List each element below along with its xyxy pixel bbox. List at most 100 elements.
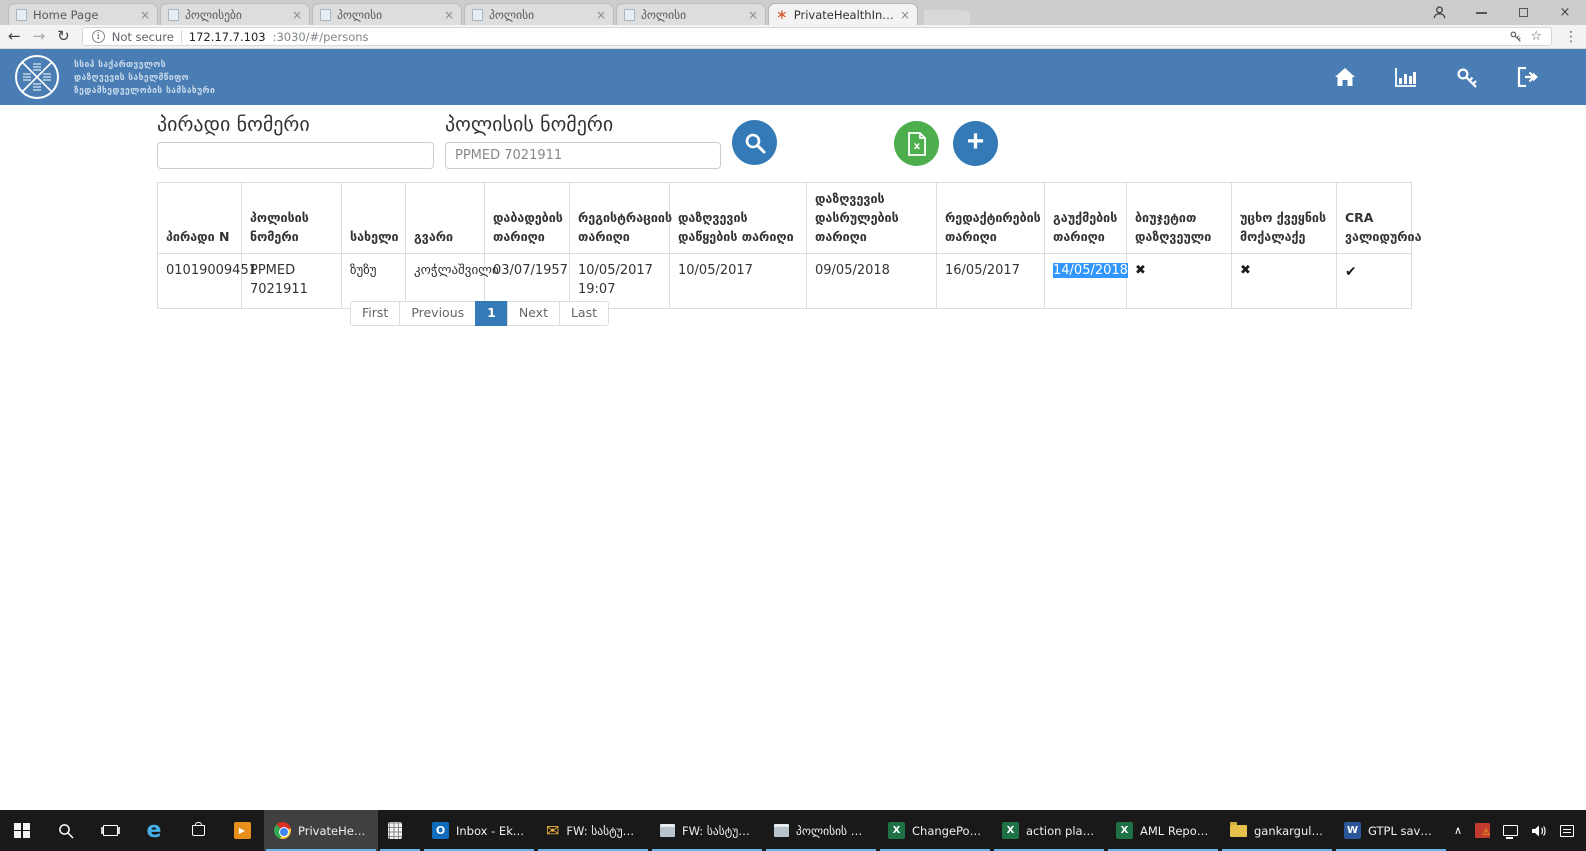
pagination-previous-button[interactable]: Previous <box>399 301 476 326</box>
taskbar-item-excel-actionplan[interactable]: X action plan [R... <box>992 810 1106 851</box>
edge-button[interactable]: e <box>132 810 176 851</box>
home-nav-button[interactable] <box>1333 65 1357 89</box>
col-personal-n: პირადი N <box>158 183 242 254</box>
taskbar-item-excel-changepolicy[interactable]: X ChangePolicyF... <box>878 810 992 851</box>
close-window-button[interactable]: × <box>1544 0 1586 25</box>
persons-table: პირადი N პოლისის ნომერი სახელი გვარი დაბ… <box>157 182 1412 309</box>
folder-icon <box>1230 825 1247 837</box>
profile-person-icon <box>1432 5 1447 20</box>
tab-polisi-1[interactable]: პოლისი × <box>312 3 462 25</box>
window-icon <box>774 824 789 837</box>
tab-close-icon[interactable]: × <box>748 9 758 21</box>
asterisk-favicon-icon: ∗ <box>776 8 788 22</box>
search-button[interactable] <box>732 120 777 165</box>
speaker-icon[interactable] <box>1531 824 1547 838</box>
org-name-line1: სსიპ საქართველოს <box>74 59 215 72</box>
app-header: სსიპ საქართველოს დაზღვევის სახელმწიფო ზე… <box>0 49 1586 105</box>
tab-polisi-2[interactable]: პოლისი × <box>464 3 614 25</box>
page-favicon-icon <box>16 9 27 21</box>
tab-close-icon[interactable]: × <box>596 9 606 21</box>
taskbar-item-mail-fw1[interactable]: ✉ FW: სასტუმრ... <box>536 810 650 851</box>
cell-foreign-citizen: ✖ <box>1232 254 1337 309</box>
cancel-date-selected-text: 14/05/2018 <box>1053 263 1128 278</box>
tab-polisi-3[interactable]: პოლისი × <box>616 3 766 25</box>
task-view-button[interactable] <box>88 810 132 851</box>
add-person-button[interactable]: + <box>953 121 998 166</box>
taskbar-item-label: FW: სასტუმრ... <box>682 824 754 838</box>
cross-icon: ✖ <box>1135 263 1146 278</box>
windows-taskbar: e ▶ PrivateHealthI... O Inbox - Ekateri.… <box>0 810 1586 851</box>
tab-polisebi[interactable]: პოლისები × <box>160 3 310 25</box>
tab-close-icon[interactable]: × <box>140 9 150 21</box>
key-icon <box>1456 67 1479 88</box>
logout-nav-button[interactable] <box>1516 65 1540 89</box>
taskbar-item-word-gtpl[interactable]: W GTPL savaldeb... <box>1334 810 1448 851</box>
cell-policy-number: PPMED 7021911 <box>242 254 342 309</box>
taskbar-item-polisis[interactable]: პოლისის თა... <box>764 810 878 851</box>
warning-icon: ⚠ <box>1482 829 1490 838</box>
cell-cra-valid: ✔ <box>1337 254 1412 309</box>
restore-button[interactable] <box>1502 0 1544 25</box>
saved-password-key-icon[interactable] <box>1509 30 1523 44</box>
tab-close-icon[interactable]: × <box>900 9 910 21</box>
movies-tv-icon: ▶ <box>234 822 251 839</box>
info-icon[interactable]: i <box>92 30 105 43</box>
taskbar-item-label: ChangePolicyF... <box>912 824 982 838</box>
tab-close-icon[interactable]: × <box>444 9 454 21</box>
export-excel-button[interactable]: x <box>894 121 939 166</box>
tab-close-icon[interactable]: × <box>292 9 302 21</box>
back-button[interactable]: ← <box>8 29 21 44</box>
col-last-name: გვარი <box>406 183 485 254</box>
tray-chevron-up-icon[interactable]: ∧ <box>1454 824 1462 837</box>
minimize-icon <box>1476 12 1487 14</box>
store-button[interactable] <box>176 810 220 851</box>
tab-title: პოლისი <box>641 8 742 22</box>
browser-profile-button[interactable] <box>1418 0 1460 25</box>
taskbar-item-label: PrivateHealthI... <box>298 824 368 838</box>
tab-home-page[interactable]: Home Page × <box>8 3 158 25</box>
svg-text:x: x <box>913 141 920 152</box>
cell-insurance-start-date: 10/05/2017 <box>670 254 807 309</box>
edge-icon: e <box>147 820 162 842</box>
start-button[interactable] <box>0 810 44 851</box>
tab-private-health-insurance-active[interactable]: ∗ PrivateHealthInsuranceP × <box>768 3 918 25</box>
store-bag-icon <box>192 825 205 836</box>
minimize-button[interactable] <box>1460 0 1502 25</box>
bookmark-star-icon[interactable]: ☆ <box>1530 30 1542 43</box>
network-icon[interactable] <box>1503 825 1518 836</box>
taskbar-search-button[interactable] <box>44 810 88 851</box>
play-icon: ▶ <box>239 826 245 835</box>
movies-tv-button[interactable]: ▶ <box>220 810 264 851</box>
taskbar-item-outlook[interactable]: O Inbox - Ekateri... <box>422 810 536 851</box>
reports-nav-button[interactable] <box>1394 65 1418 89</box>
pagination-next-button[interactable]: Next <box>507 301 560 326</box>
search-icon <box>58 823 74 839</box>
table-row[interactable]: 01019009451 PPMED 7021911 ზუზუ კოჭლაშვილ… <box>158 254 1412 309</box>
taskbar-item-excel-aml[interactable]: X AML Report G... <box>1106 810 1220 851</box>
cross-icon: ✖ <box>1240 263 1251 278</box>
browser-tab-strip: Home Page × პოლისები × პოლისი × პოლისი ×… <box>0 0 1586 25</box>
pagination-last-button[interactable]: Last <box>559 301 609 326</box>
action-center-icon[interactable] <box>1560 825 1574 837</box>
taskbar-item-calculator[interactable] <box>378 810 422 851</box>
col-cra-valid: CRA ვალიდურია <box>1337 183 1412 254</box>
word-icon: W <box>1344 822 1361 839</box>
taskbar-item-label: AML Report G... <box>1140 824 1210 838</box>
reload-button[interactable]: ↻ <box>57 29 70 44</box>
personal-number-input[interactable] <box>157 142 434 169</box>
bar-chart-icon <box>1395 67 1417 87</box>
browser-menu-icon[interactable]: ⋮ <box>1564 30 1578 44</box>
cell-edit-date: 16/05/2017 <box>937 254 1045 309</box>
taskbar-item-folder-gankargulebebi[interactable]: gankargulebebi <box>1220 810 1334 851</box>
address-bar[interactable]: i Not secure 172.17.7.103 :3030/#/person… <box>82 27 1552 46</box>
antivirus-alert-icon[interactable]: ⚠ <box>1475 823 1490 838</box>
taskbar-item-mail-fw2[interactable]: FW: სასტუმრ... <box>650 810 764 851</box>
new-tab-button[interactable] <box>924 10 970 25</box>
policy-number-input[interactable] <box>445 142 721 169</box>
col-birth-date: დაბადების თარიღი <box>485 183 570 254</box>
pagination-page-1-button[interactable]: 1 <box>475 301 508 326</box>
taskbar-item-chrome[interactable]: PrivateHealthI... <box>264 810 378 851</box>
admin-nav-button[interactable] <box>1455 65 1479 89</box>
pagination-first-button[interactable]: First <box>350 301 400 326</box>
forward-button[interactable]: → <box>33 29 46 44</box>
